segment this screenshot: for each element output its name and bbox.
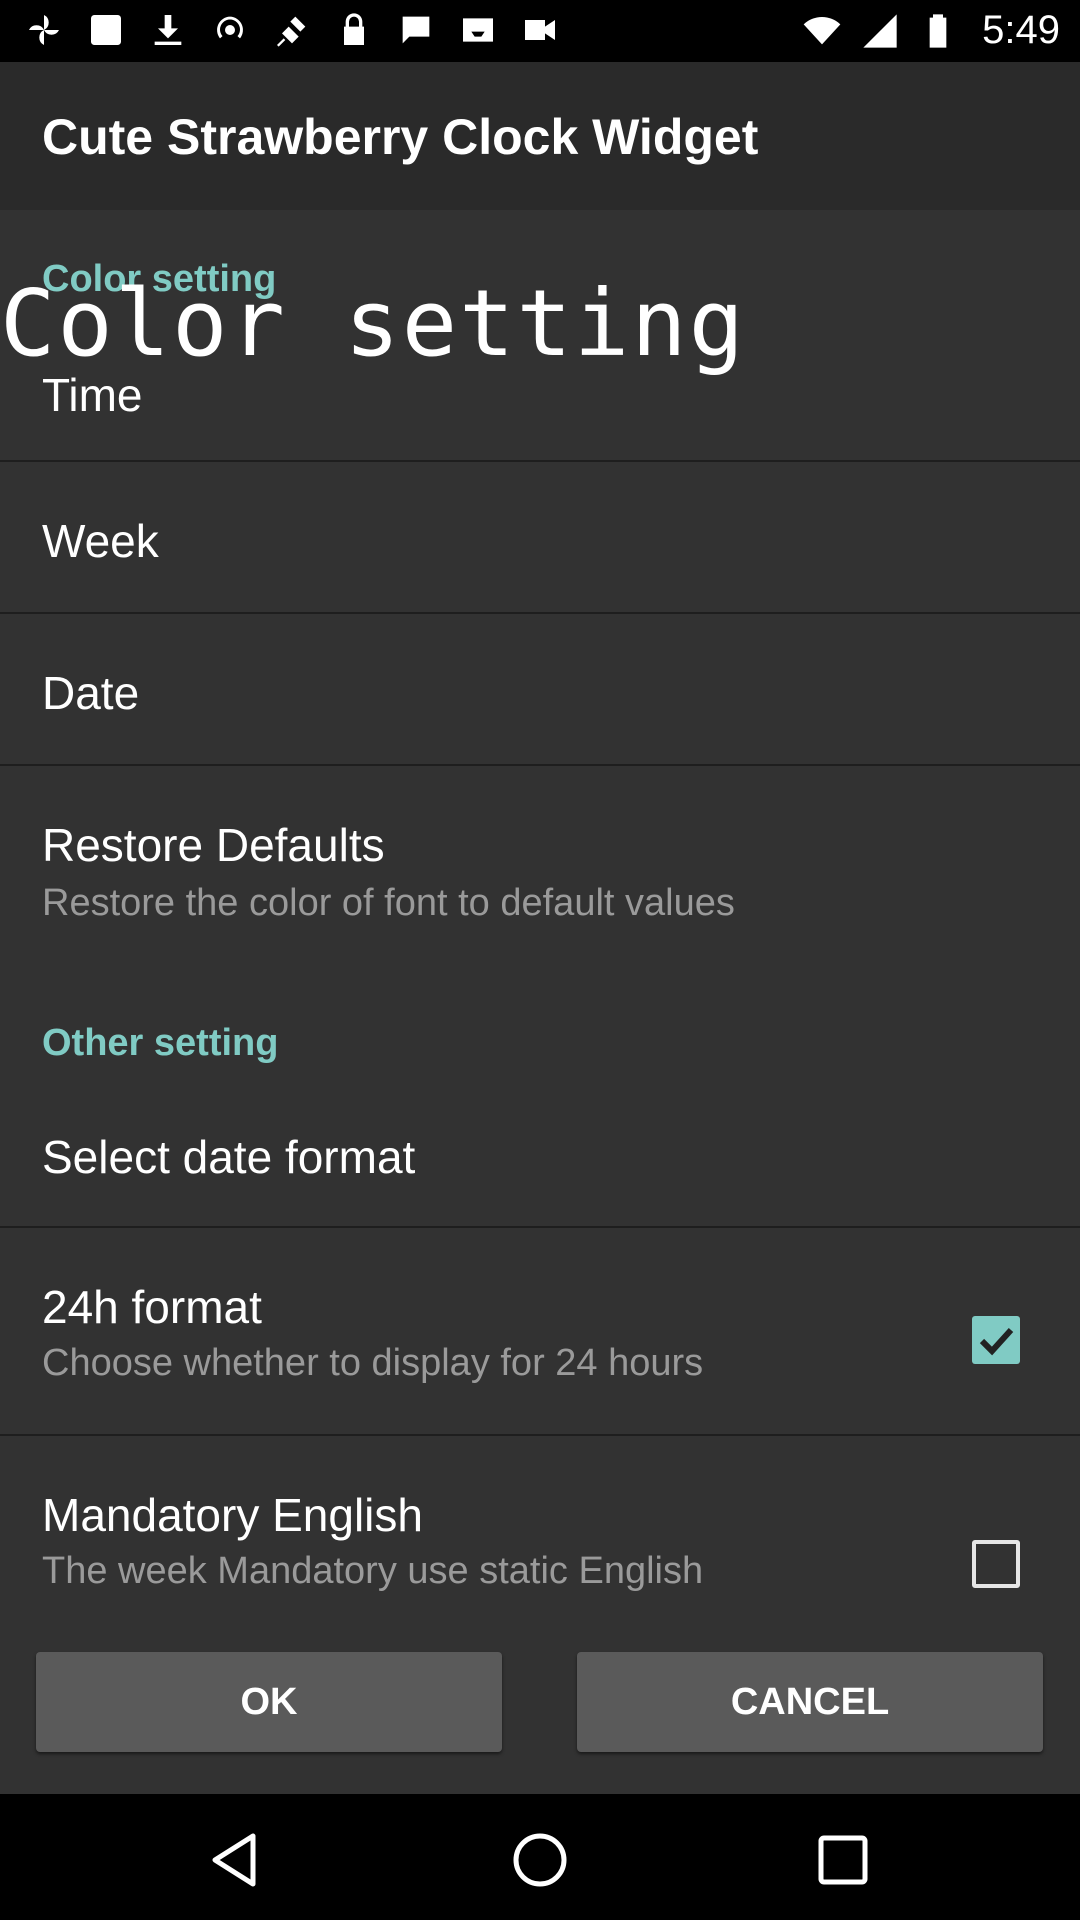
app-title: Cute Strawberry Clock Widget (42, 109, 759, 165)
pref-time[interactable]: Time (0, 320, 1080, 470)
navigation-bar (0, 1794, 1080, 1920)
pref-restore-defaults[interactable]: Restore Defaults Restore the color of fo… (0, 766, 1080, 966)
pref-restore-title: Restore Defaults (42, 819, 385, 871)
notification-icons (24, 10, 560, 50)
checkmark-icon (979, 1327, 1014, 1356)
pref-24h-title: 24h format (42, 1281, 262, 1333)
cancel-button[interactable]: CANCEL (577, 1652, 1043, 1752)
pref-time-title: Time (42, 369, 143, 421)
satellite-icon (272, 10, 312, 50)
recents-icon[interactable] (803, 1820, 883, 1900)
status-clock: 5:49 (982, 8, 1060, 52)
signal-icon (860, 11, 900, 51)
hotspot-icon (210, 10, 250, 50)
app-header: Cute Strawberry Clock Widget (0, 62, 1080, 210)
pref-date-format-title: Select date format (42, 1131, 416, 1183)
pref-week[interactable]: Week (0, 462, 1080, 612)
chat-bubble-icon (396, 10, 436, 50)
preferences-list[interactable]: Color setting Color setting Time Week Da… (0, 210, 1080, 1794)
pref-mandatory-title: Mandatory English (42, 1489, 423, 1541)
pref-week-title: Week (42, 515, 159, 567)
battery-icon (918, 11, 958, 51)
home-icon[interactable] (500, 1820, 580, 1900)
inbox-icon (458, 10, 498, 50)
checkbox-24h[interactable] (972, 1316, 1020, 1364)
status-bar: 5:49 (0, 0, 1080, 62)
section-header-other: Other setting (42, 1022, 279, 1064)
ok-button[interactable]: OK (36, 1652, 502, 1752)
lock-icon (334, 10, 374, 50)
pref-24h-summary: Choose whether to display for 24 hours (42, 1342, 704, 1384)
pref-24h-format[interactable]: 24h format Choose whether to display for… (0, 1228, 1080, 1434)
video-icon (520, 10, 560, 50)
checkbox-mandatory-english[interactable] (972, 1540, 1020, 1588)
back-icon[interactable] (197, 1820, 277, 1900)
wifi-icon (802, 11, 842, 51)
system-icons: 5:49 (802, 8, 1060, 53)
pref-restore-summary: Restore the color of font to default val… (42, 882, 735, 924)
pref-mandatory-summary: The week Mandatory use static English (42, 1550, 704, 1592)
pref-select-date-format[interactable]: Select date format (0, 1090, 1080, 1224)
pref-date-title: Date (42, 667, 140, 719)
download-icon (148, 10, 188, 50)
image-icon (86, 10, 126, 50)
pref-date[interactable]: Date (0, 614, 1080, 764)
pref-mandatory-english[interactable]: Mandatory English The week Mandatory use… (0, 1436, 1080, 1636)
pinwheel-icon (24, 10, 64, 50)
